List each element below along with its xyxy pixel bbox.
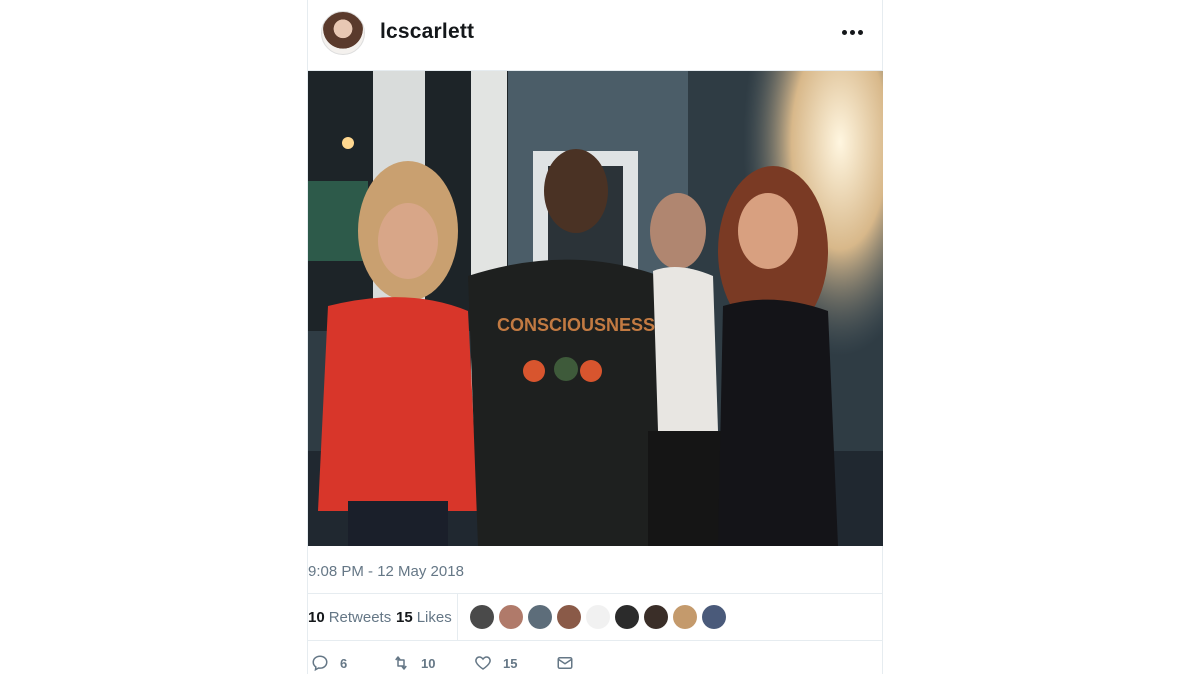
liker-avatar[interactable]: [557, 605, 581, 629]
reply-icon: [312, 655, 328, 672]
tweet-header: lcscarlett: [308, 0, 882, 71]
envelope-icon: [557, 657, 573, 669]
more-options-icon[interactable]: [838, 18, 866, 46]
retweet-icon: [395, 656, 407, 670]
likes-stat[interactable]: 15 Likes: [396, 609, 452, 626]
retweets-count: 10: [308, 609, 325, 626]
liker-avatar[interactable]: [615, 605, 639, 629]
liker-avatar[interactable]: [644, 605, 668, 629]
liker-avatar[interactable]: [499, 605, 523, 629]
retweet-button[interactable]: 10: [391, 654, 435, 672]
reply-button[interactable]: 6: [310, 654, 347, 672]
likes-count: 15: [396, 609, 413, 626]
reply-count: 6: [340, 655, 348, 671]
liker-avatar[interactable]: [702, 605, 726, 629]
direct-message-button[interactable]: [555, 654, 575, 672]
like-count: 15: [503, 655, 518, 671]
stats-divider: [457, 594, 458, 640]
liker-avatar[interactable]: [470, 605, 494, 629]
retweets-label: Retweets: [328, 609, 392, 626]
username[interactable]: lcscarlett: [380, 20, 474, 44]
heart-icon: [475, 656, 491, 670]
tweet-stats: 10 Retweets 15 Likes: [308, 593, 882, 641]
tweet-timestamp[interactable]: 9:08 PM - 12 May 2018: [308, 563, 464, 580]
retweet-count: 10: [421, 655, 436, 671]
liker-avatars: [470, 605, 726, 629]
like-button[interactable]: 15: [473, 654, 517, 672]
liker-avatar[interactable]: [586, 605, 610, 629]
tweet-actions: 6 10 15: [308, 652, 882, 674]
liker-avatar[interactable]: [673, 605, 697, 629]
user-avatar[interactable]: [321, 11, 365, 55]
retweets-stat[interactable]: 10 Retweets: [308, 609, 391, 626]
tweet-photo[interactable]: CONSCIOUSNESS: [308, 71, 883, 546]
tweet-card: lcscarlett CONSCIOUSNESS 9:08 PM - 12 Ma…: [307, 0, 883, 674]
likes-label: Likes: [416, 609, 452, 626]
svg-text:CONSCIOUSNESS: CONSCIOUSNESS: [497, 315, 655, 335]
liker-avatar[interactable]: [528, 605, 552, 629]
